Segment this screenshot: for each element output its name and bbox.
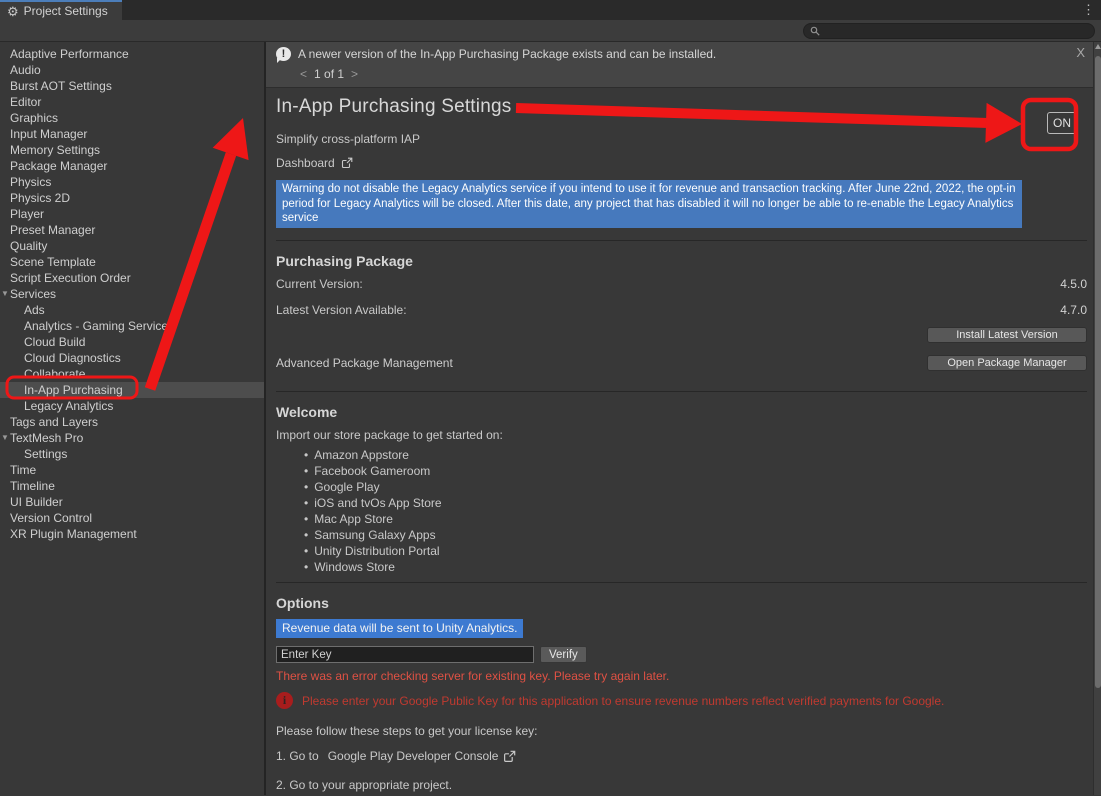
sidebar-item-services[interactable]: ▼Services: [0, 286, 264, 302]
store-item: Mac App Store: [304, 512, 1087, 528]
vertical-scrollbar[interactable]: [1093, 42, 1101, 795]
close-icon[interactable]: X: [1076, 45, 1085, 60]
simplify-iap-label: Simplify cross-platform IAP: [276, 132, 1087, 146]
kebab-menu-icon[interactable]: ⋮: [1082, 2, 1095, 18]
foldout-icon[interactable]: ▼: [1, 433, 9, 442]
sidebar-item-analytics-gaming-services[interactable]: Analytics - Gaming Services: [0, 318, 264, 334]
store-item: Windows Store: [304, 560, 1087, 576]
step-2-text: 2. Go to your appropriate project.: [276, 778, 1087, 792]
welcome-heading: Welcome: [276, 404, 1087, 420]
store-item: Amazon Appstore: [304, 448, 1087, 464]
sidebar-item-xr-plugin-management[interactable]: XR Plugin Management: [0, 526, 264, 542]
google-key-input[interactable]: [276, 646, 534, 663]
sidebar-item-input-manager[interactable]: Input Manager: [0, 126, 264, 142]
latest-version-row: Latest Version Available: 4.7.0: [276, 303, 1087, 317]
store-item: Samsung Galaxy Apps: [304, 528, 1087, 544]
license-steps-intro: Please follow these steps to get your li…: [276, 724, 1087, 738]
step-1-prefix: 1. Go to: [276, 749, 319, 763]
foldout-icon[interactable]: ▼: [1, 289, 9, 298]
section-divider: [276, 240, 1087, 241]
iap-on-toggle[interactable]: ON: [1047, 112, 1077, 134]
latest-version-value: 4.7.0: [1060, 303, 1087, 317]
sidebar-item-package-manager[interactable]: Package Manager: [0, 158, 264, 174]
in-app-purchasing-panel: ! A newer version of the In-App Purchasi…: [266, 42, 1101, 795]
settings-toolbar: [0, 20, 1101, 42]
sidebar-item-editor[interactable]: Editor: [0, 94, 264, 110]
sidebar-item-player[interactable]: Player: [0, 206, 264, 222]
alert-bubble-icon: !: [276, 47, 291, 61]
notification-pager: < 1 of 1 >: [300, 67, 1091, 81]
dashboard-link[interactable]: Dashboard: [276, 156, 1087, 170]
server-error-text: There was an error checking server for e…: [276, 669, 1087, 683]
sidebar-item-textmesh-settings[interactable]: Settings: [0, 446, 264, 462]
external-link-icon: [503, 750, 516, 763]
revenue-analytics-note: Revenue data will be sent to Unity Analy…: [276, 619, 523, 638]
google-key-notice: Please enter your Google Public Key for …: [302, 694, 944, 708]
page-title: In-App Purchasing Settings: [276, 88, 1087, 118]
section-divider: [276, 391, 1087, 392]
install-latest-version-button[interactable]: Install Latest Version: [927, 327, 1087, 343]
legacy-analytics-warning: Warning do not disable the Legacy Analyt…: [276, 180, 1022, 228]
sidebar-item-graphics[interactable]: Graphics: [0, 110, 264, 126]
search-box[interactable]: [803, 23, 1095, 39]
pager-next-icon[interactable]: >: [351, 67, 358, 81]
store-list: Amazon Appstore Facebook Gameroom Google…: [304, 448, 1087, 576]
sidebar-item-cloud-build[interactable]: Cloud Build: [0, 334, 264, 350]
tab-title: Project Settings: [24, 4, 108, 18]
sidebar-item-textmesh-pro[interactable]: ▼TextMesh Pro: [0, 430, 264, 446]
external-link-icon: [341, 157, 353, 169]
window-titlebar: ⚙ Project Settings ⋮: [0, 0, 1101, 20]
sidebar-item-adaptive-performance[interactable]: Adaptive Performance: [0, 46, 264, 62]
sidebar-item-burst-aot-settings[interactable]: Burst AOT Settings: [0, 78, 264, 94]
store-item: iOS and tvOs App Store: [304, 496, 1087, 512]
sidebar-item-timeline[interactable]: Timeline: [0, 478, 264, 494]
sidebar-item-ads[interactable]: Ads: [0, 302, 264, 318]
purchasing-package-heading: Purchasing Package: [276, 253, 1087, 269]
notification-message: A newer version of the In-App Purchasing…: [298, 47, 716, 61]
sidebar-item-script-execution-order[interactable]: Script Execution Order: [0, 270, 264, 286]
open-package-manager-button[interactable]: Open Package Manager: [927, 355, 1087, 371]
current-version-label: Current Version:: [276, 277, 363, 291]
section-divider: [276, 582, 1087, 583]
current-version-row: Current Version: 4.5.0: [276, 277, 1087, 291]
pager-count: 1 of 1: [314, 67, 344, 81]
sidebar-item-ui-builder[interactable]: UI Builder: [0, 494, 264, 510]
sidebar-item-preset-manager[interactable]: Preset Manager: [0, 222, 264, 238]
sidebar-item-cloud-diagnostics[interactable]: Cloud Diagnostics: [0, 350, 264, 366]
sidebar-item-in-app-purchasing[interactable]: In-App Purchasing: [0, 382, 264, 398]
error-info-icon: i: [276, 692, 293, 709]
store-item: Unity Distribution Portal: [304, 544, 1087, 560]
scrollbar-thumb[interactable]: [1095, 56, 1101, 688]
search-icon: [810, 26, 820, 36]
options-heading: Options: [276, 595, 1087, 611]
sidebar-item-tags-and-layers[interactable]: Tags and Layers: [0, 414, 264, 430]
sidebar-item-quality[interactable]: Quality: [0, 238, 264, 254]
tab-project-settings[interactable]: ⚙ Project Settings: [0, 0, 122, 20]
current-version-value: 4.5.0: [1060, 277, 1087, 291]
sidebar-item-physics[interactable]: Physics: [0, 174, 264, 190]
google-play-console-link[interactable]: Google Play Developer Console: [328, 749, 499, 763]
sidebar-item-audio[interactable]: Audio: [0, 62, 264, 78]
advanced-package-management-label: Advanced Package Management: [276, 356, 453, 370]
sidebar-item-memory-settings[interactable]: Memory Settings: [0, 142, 264, 158]
sidebar-item-legacy-analytics[interactable]: Legacy Analytics: [0, 398, 264, 414]
step-1-row: 1. Go to Google Play Developer Console: [276, 749, 1087, 763]
settings-category-list: Adaptive Performance Audio Burst AOT Set…: [0, 42, 266, 795]
sidebar-item-physics-2d[interactable]: Physics 2D: [0, 190, 264, 206]
store-item: Google Play: [304, 480, 1087, 496]
sidebar-item-version-control[interactable]: Version Control: [0, 510, 264, 526]
sidebar-item-scene-template[interactable]: Scene Template: [0, 254, 264, 270]
verify-button[interactable]: Verify: [540, 646, 587, 663]
scroll-up-icon[interactable]: [1095, 44, 1101, 49]
store-item: Facebook Gameroom: [304, 464, 1087, 480]
latest-version-label: Latest Version Available:: [276, 303, 407, 317]
search-input[interactable]: [824, 25, 1088, 37]
package-update-notification: ! A newer version of the In-App Purchasi…: [266, 42, 1101, 88]
sidebar-item-time[interactable]: Time: [0, 462, 264, 478]
welcome-intro: Import our store package to get started …: [276, 428, 1087, 442]
gear-icon: ⚙: [7, 5, 19, 18]
sidebar-item-collaborate[interactable]: Collaborate: [0, 366, 264, 382]
pager-prev-icon[interactable]: <: [300, 67, 307, 81]
